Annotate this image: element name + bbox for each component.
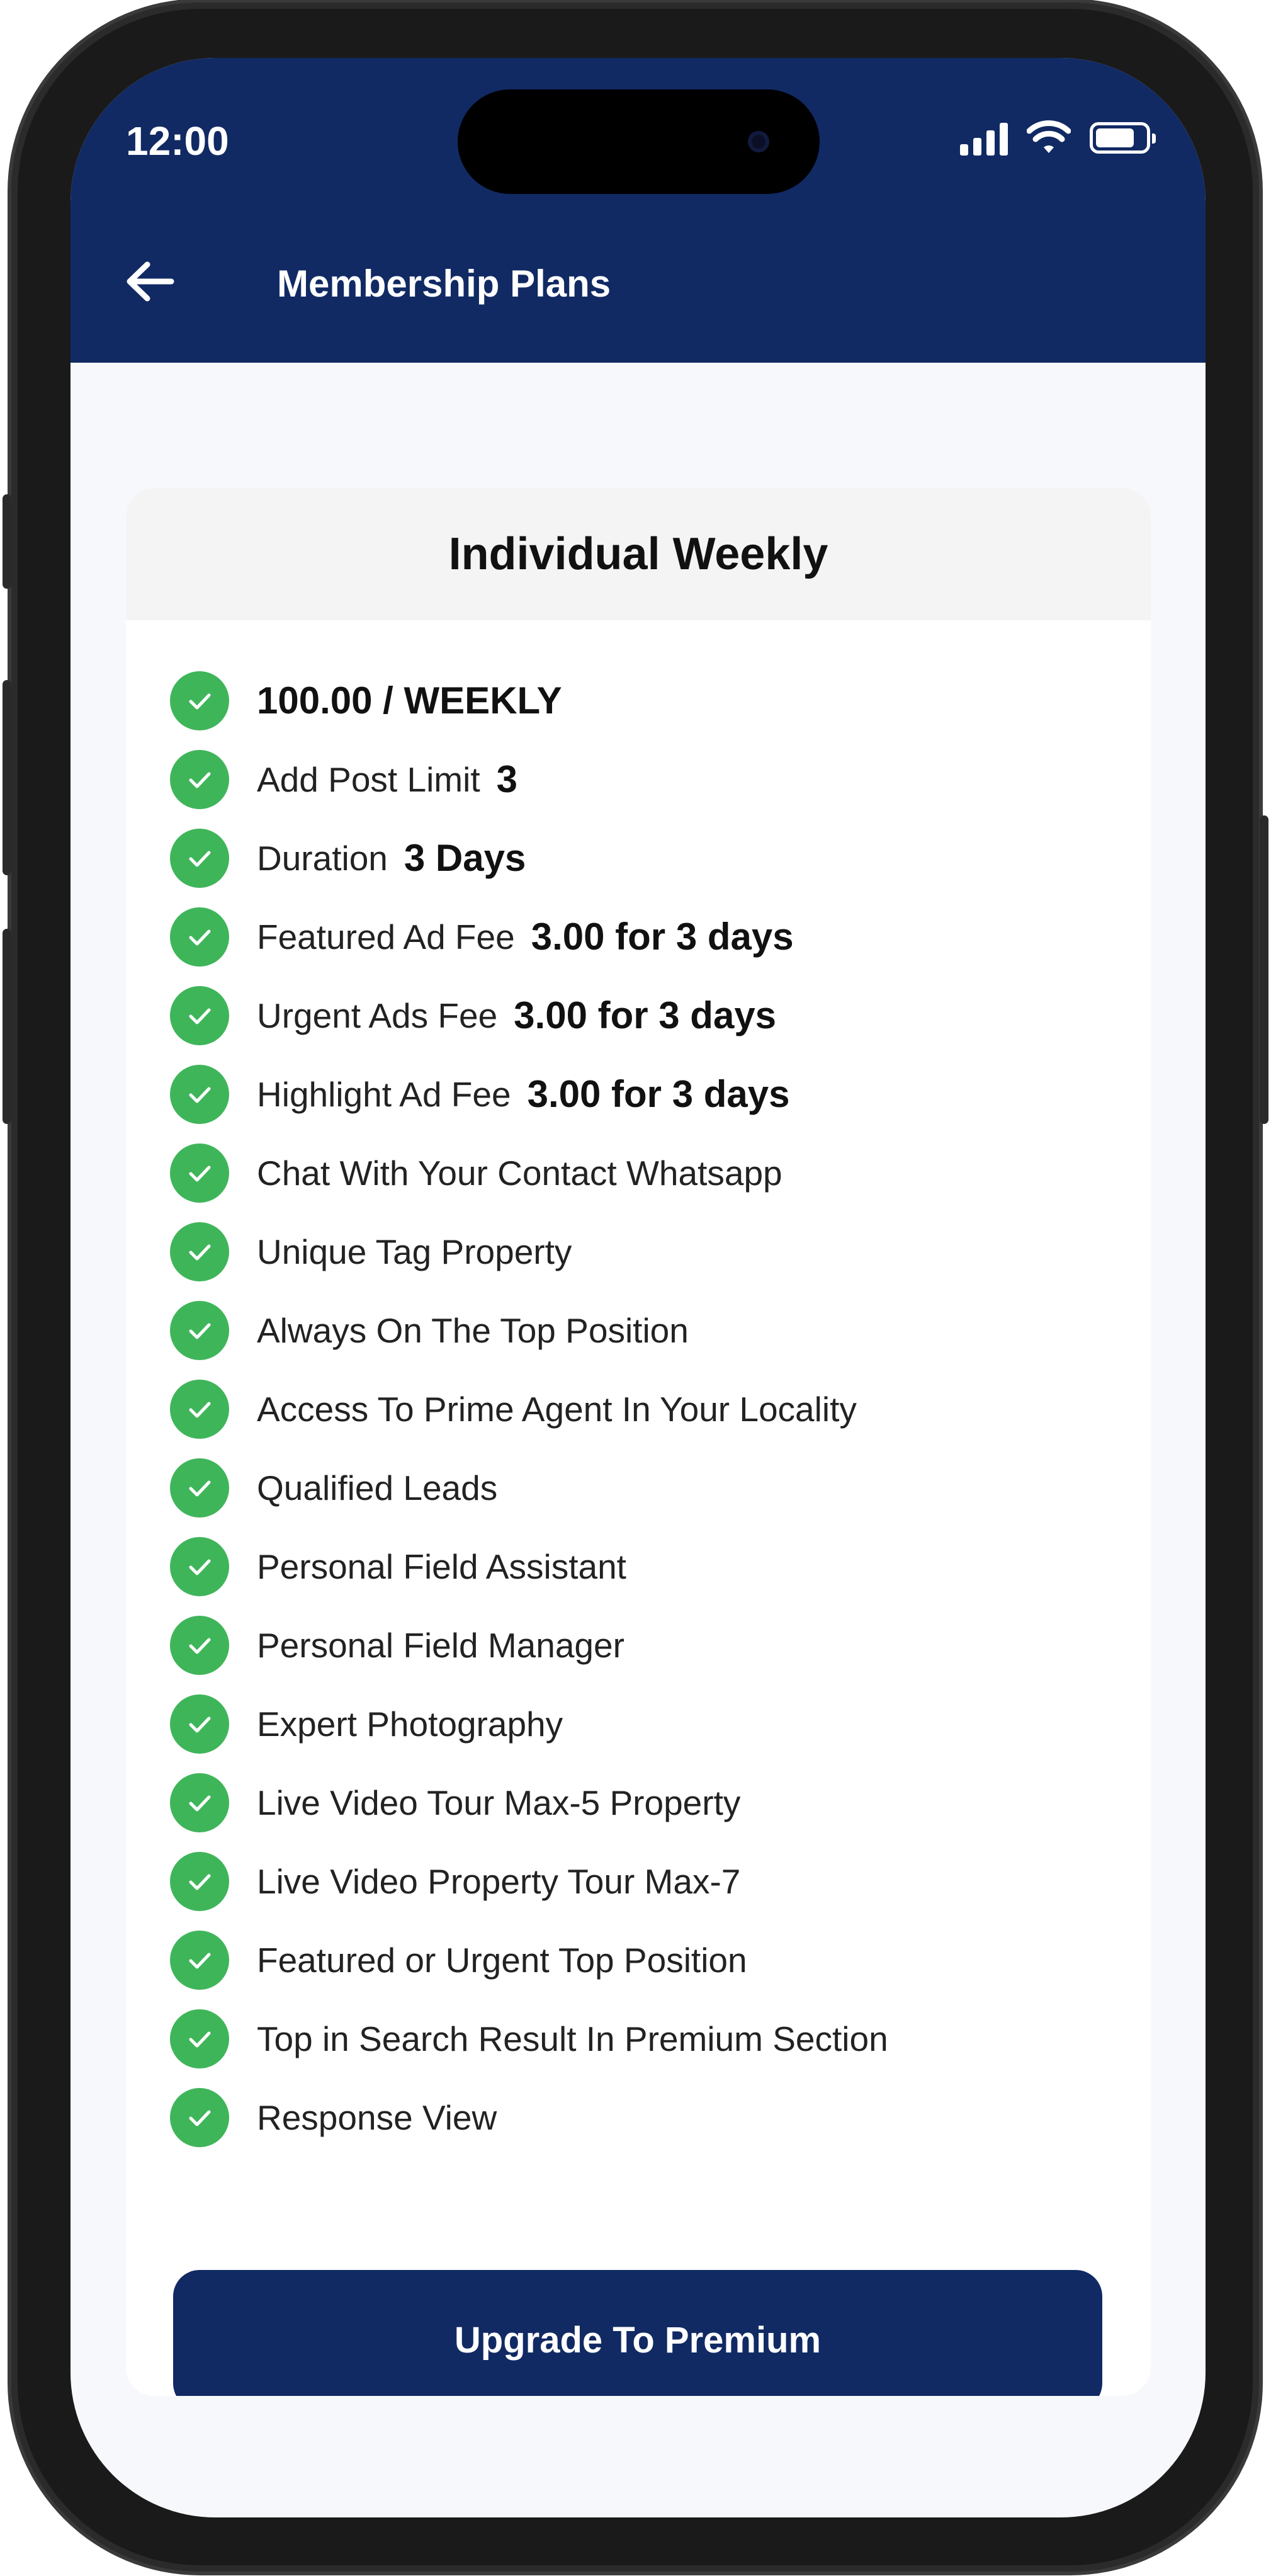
volume-down-button xyxy=(3,929,11,1124)
feature-label: Qualified Leads xyxy=(257,1468,498,1507)
feature-label: Top in Search Result In Premium Section xyxy=(257,2019,888,2058)
camera-icon xyxy=(748,131,769,152)
check-icon xyxy=(170,828,229,888)
feature-featured-fee: Featured Ad Fee 3.00 for 3 days xyxy=(170,897,888,976)
feature-post-limit: Add Post Limit 3 xyxy=(170,740,888,819)
feature-item: Expert Photography xyxy=(170,1684,888,1763)
check-icon xyxy=(170,1458,229,1518)
page-title: Membership Plans xyxy=(277,263,611,305)
signal-icon xyxy=(960,120,1008,156)
feature-label: Personal Field Assistant xyxy=(257,1546,626,1586)
check-icon xyxy=(170,1222,229,1281)
highlight-fee-label: Highlight Ad Fee xyxy=(257,1074,511,1114)
feature-item: Top in Search Result In Premium Section xyxy=(170,1999,888,2078)
check-icon xyxy=(170,1300,229,1360)
check-icon xyxy=(170,985,229,1045)
back-arrow-icon[interactable] xyxy=(122,253,179,310)
featured-fee-value: 3.00 for 3 days xyxy=(531,916,794,958)
battery-icon xyxy=(1090,122,1156,154)
check-icon xyxy=(170,1851,229,1911)
feature-price: 100.00 / WEEKLY xyxy=(170,661,888,740)
feature-label: Featured or Urgent Top Position xyxy=(257,1940,747,1980)
feature-list: 100.00 / WEEKLY Add Post Limit 3 Duratio… xyxy=(170,661,888,2157)
check-icon xyxy=(170,1694,229,1754)
mute-switch xyxy=(3,494,11,589)
status-time: 12:00 xyxy=(126,118,229,164)
feature-item: Always On The Top Position xyxy=(170,1291,888,1370)
app-header: 12:00 Membership Plans xyxy=(71,58,1206,363)
feature-duration: Duration 3 Days xyxy=(170,819,888,897)
power-button xyxy=(1260,815,1268,1124)
check-icon xyxy=(170,1143,229,1203)
feature-item: Featured or Urgent Top Position xyxy=(170,1921,888,1999)
feature-label: Live Video Tour Max-5 Property xyxy=(257,1783,741,1822)
highlight-fee-value: 3.00 for 3 days xyxy=(527,1073,790,1115)
feature-item: Unique Tag Property xyxy=(170,1212,888,1291)
volume-up-button xyxy=(3,680,11,875)
feature-label: Always On The Top Position xyxy=(257,1310,689,1350)
feature-label: Unique Tag Property xyxy=(257,1232,572,1271)
check-icon xyxy=(170,1064,229,1124)
duration-value: 3 Days xyxy=(404,837,526,879)
plan-name: Individual Weekly xyxy=(126,488,1151,620)
feature-label: Expert Photography xyxy=(257,1704,563,1744)
feature-label: Live Video Property Tour Max-7 xyxy=(257,1861,741,1901)
wifi-icon xyxy=(1027,120,1071,153)
post-limit-label: Add Post Limit xyxy=(257,759,480,799)
check-icon xyxy=(170,907,229,967)
check-icon xyxy=(170,1930,229,1990)
feature-label: Access To Prime Agent In Your Locality xyxy=(257,1389,857,1429)
feature-item: Qualified Leads xyxy=(170,1448,888,1527)
price-text: 100.00 / WEEKLY xyxy=(257,679,562,722)
check-icon xyxy=(170,2087,229,2147)
check-icon xyxy=(170,1536,229,1596)
check-icon xyxy=(170,2009,229,2068)
post-limit-value: 3 xyxy=(496,758,517,800)
feature-highlight-fee: Highlight Ad Fee 3.00 for 3 days xyxy=(170,1055,888,1133)
urgent-fee-label: Urgent Ads Fee xyxy=(257,996,498,1035)
upgrade-button[interactable]: Upgrade To Premium xyxy=(173,2270,1102,2396)
feature-item: Chat With Your Contact Whatsapp xyxy=(170,1133,888,1212)
feature-item: Personal Field Assistant xyxy=(170,1527,888,1606)
app-screen: 12:00 Membership Plans Individual Weekly… xyxy=(71,58,1206,2517)
check-icon xyxy=(170,671,229,730)
feature-item: Access To Prime Agent In Your Locality xyxy=(170,1370,888,1448)
feature-label: Personal Field Manager xyxy=(257,1625,624,1665)
check-icon xyxy=(170,1773,229,1832)
feature-item: Response View xyxy=(170,2078,888,2157)
plan-card: Individual Weekly 100.00 / WEEKLY Add Po… xyxy=(126,488,1151,2396)
feature-item: Personal Field Manager xyxy=(170,1606,888,1684)
check-icon xyxy=(170,1615,229,1675)
feature-urgent-fee: Urgent Ads Fee 3.00 for 3 days xyxy=(170,976,888,1055)
check-icon xyxy=(170,1379,229,1439)
status-icons xyxy=(960,116,1156,160)
feature-item: Live Video Tour Max-5 Property xyxy=(170,1763,888,1842)
duration-label: Duration xyxy=(257,838,388,878)
check-icon xyxy=(170,749,229,809)
feature-item: Live Video Property Tour Max-7 xyxy=(170,1842,888,1921)
featured-fee-label: Featured Ad Fee xyxy=(257,917,515,956)
feature-label: Response View xyxy=(257,2097,497,2137)
urgent-fee-value: 3.00 for 3 days xyxy=(514,994,777,1036)
dynamic-island xyxy=(458,89,820,194)
feature-label: Chat With Your Contact Whatsapp xyxy=(257,1153,782,1193)
